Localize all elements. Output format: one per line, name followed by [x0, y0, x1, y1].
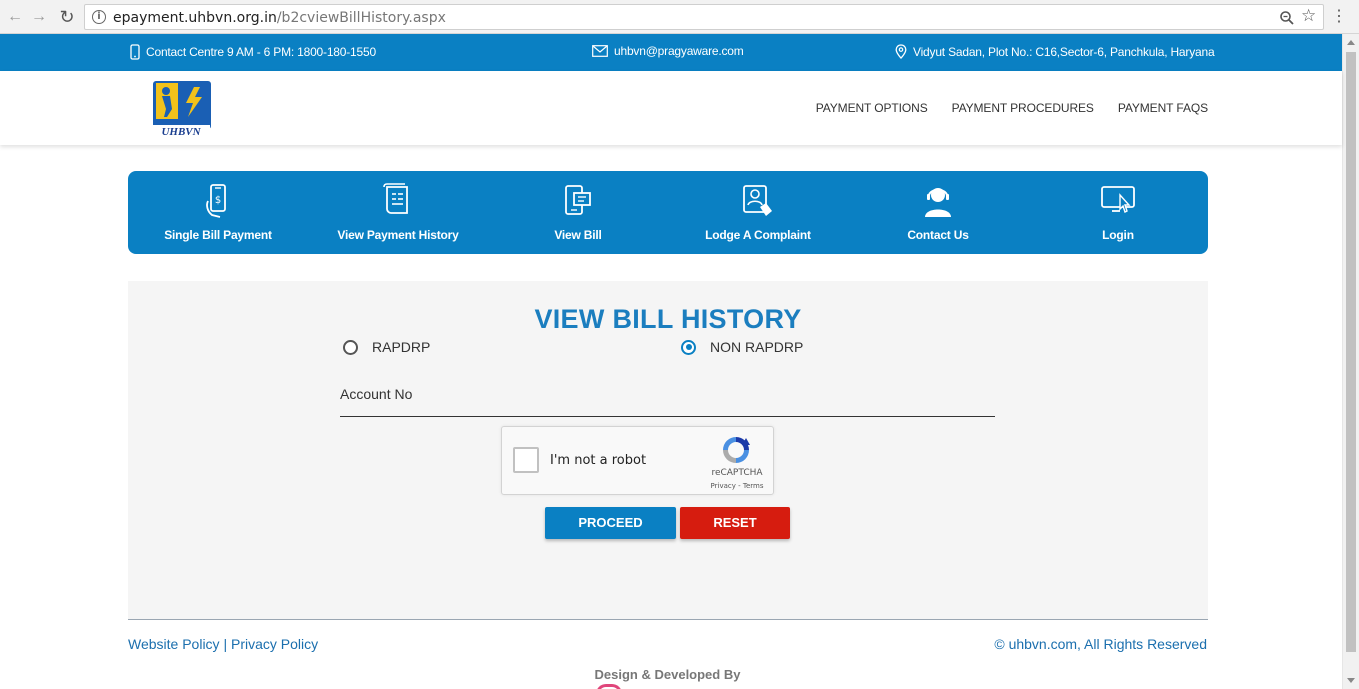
- recaptcha-privacy-terms[interactable]: Privacy - Terms: [702, 482, 772, 490]
- radio-rapdrp[interactable]: RAPDRP: [343, 339, 430, 355]
- contact-centre-text: Contact Centre 9 AM - 6 PM: 1800-180-155…: [146, 45, 376, 59]
- designed-by-text: Design & Developed By: [594, 667, 741, 682]
- recaptcha-checkbox[interactable]: [513, 447, 539, 473]
- contact-info-bar: Contact Centre 9 AM - 6 PM: 1800-180-155…: [0, 34, 1342, 71]
- radio-button-non-rapdrp[interactable]: [681, 339, 696, 355]
- reload-icon[interactable]: ↻: [56, 6, 78, 28]
- location-pin-icon: [895, 44, 907, 59]
- contact-centre-info: Contact Centre 9 AM - 6 PM: 1800-180-155…: [130, 44, 376, 60]
- developer-logo[interactable]: [596, 684, 622, 689]
- recaptcha-brand: reCAPTCHA: [711, 468, 763, 478]
- site-info-icon[interactable]: i: [92, 10, 106, 24]
- envelope-icon: [592, 45, 608, 57]
- service-menu-bar: $ Single Bill Payment View Payment Histo…: [128, 171, 1208, 254]
- radio-non-rapdrp[interactable]: NON RAPDRP: [681, 339, 803, 355]
- bookmark-star-icon[interactable]: ☆: [1301, 6, 1316, 26]
- service-view-bill[interactable]: View Bill: [488, 171, 668, 254]
- back-arrow-icon[interactable]: ←: [4, 6, 26, 28]
- browser-toolbar: ← → ↻ i epayment.uhbvn.org.in/b2cviewBil…: [0, 0, 1359, 34]
- history-scroll-icon: [383, 183, 408, 214]
- copyright-text: © uhbvn.com, All Rights Reserved: [994, 636, 1207, 652]
- bill-history-form-panel: VIEW BILL HISTORY RAPDRP NON RAPDRP Acco…: [128, 281, 1208, 620]
- address-info: Vidyut Sadan, Plot No.: C16,Sector-6, Pa…: [895, 44, 1215, 59]
- service-contact-us[interactable]: Contact Us: [848, 171, 1028, 254]
- svg-text:$: $: [215, 195, 221, 206]
- recaptcha-widget: I'm not a robot reCAPTCHA Privacy - Term…: [501, 426, 774, 495]
- account-no-label: Account No: [340, 386, 413, 402]
- main-navigation: PAYMENT OPTIONS PAYMENT PROCEDURES PAYME…: [816, 101, 1208, 115]
- reset-button[interactable]: RESET: [680, 507, 790, 539]
- site-header: UHBVN PAYMENT OPTIONS PAYMENT PROCEDURES…: [0, 71, 1342, 145]
- nav-payment-options[interactable]: PAYMENT OPTIONS: [816, 101, 928, 115]
- browser-menu-icon[interactable]: ⋮: [1331, 6, 1347, 28]
- email-info: uhbvn@pragyaware.com: [592, 44, 744, 58]
- service-label: Contact Us: [907, 228, 969, 242]
- zoom-icon[interactable]: [1279, 10, 1295, 26]
- footer-policy-links: Website Policy | Privacy Policy: [128, 636, 318, 652]
- radio-button-rapdrp[interactable]: [343, 339, 358, 355]
- recaptcha-logo-icon: [723, 437, 750, 463]
- footer-separator: |: [223, 636, 228, 652]
- website-policy-link[interactable]: Website Policy: [128, 636, 220, 652]
- address-text: Vidyut Sadan, Plot No.: C16,Sector-6, Pa…: [913, 44, 1215, 59]
- page-title: VIEW BILL HISTORY: [534, 304, 802, 334]
- mobile-payment-icon: $: [206, 184, 226, 218]
- scroll-down-icon[interactable]: [1347, 678, 1355, 683]
- service-single-bill-payment[interactable]: $ Single Bill Payment: [128, 171, 308, 254]
- service-label: Lodge A Complaint: [705, 228, 811, 242]
- recaptcha-label: I'm not a robot: [550, 453, 647, 468]
- mobile-phone-icon: [130, 44, 140, 60]
- view-bill-icon: [565, 185, 591, 215]
- proceed-button[interactable]: PROCEED: [545, 507, 676, 539]
- forward-arrow-icon[interactable]: →: [28, 6, 50, 28]
- email-link[interactable]: uhbvn@pragyaware.com: [614, 44, 744, 58]
- service-label: View Payment History: [337, 228, 459, 242]
- service-label: Single Bill Payment: [164, 228, 272, 242]
- svg-text:UHBVN: UHBVN: [161, 126, 201, 138]
- radio-label-non-rapdrp: NON RAPDRP: [710, 339, 804, 355]
- uhbvn-logo[interactable]: UHBVN: [148, 79, 214, 139]
- address-bar[interactable]: i epayment.uhbvn.org.in/b2cviewBillHisto…: [84, 4, 1324, 30]
- url-text[interactable]: epayment.uhbvn.org.in/b2cviewBillHistory…: [113, 10, 446, 26]
- service-view-payment-history[interactable]: View Payment History: [308, 171, 488, 254]
- service-lodge-complaint[interactable]: Lodge A Complaint: [668, 171, 848, 254]
- support-agent-icon: [925, 188, 951, 217]
- service-label: Login: [1102, 228, 1134, 242]
- login-icon: [1101, 186, 1135, 213]
- nav-payment-faqs[interactable]: PAYMENT FAQS: [1118, 101, 1208, 115]
- nav-payment-procedures[interactable]: PAYMENT PROCEDURES: [952, 101, 1094, 115]
- complaint-icon: [743, 185, 772, 216]
- scroll-thumb[interactable]: [1346, 52, 1356, 652]
- account-no-field[interactable]: Account No: [340, 377, 995, 417]
- page-scrollbar[interactable]: [1342, 34, 1359, 689]
- privacy-policy-link[interactable]: Privacy Policy: [231, 636, 318, 652]
- scroll-up-icon[interactable]: [1347, 40, 1355, 45]
- service-label: View Bill: [554, 228, 602, 242]
- service-login[interactable]: Login: [1028, 171, 1208, 254]
- radio-label-rapdrp: RAPDRP: [372, 339, 431, 355]
